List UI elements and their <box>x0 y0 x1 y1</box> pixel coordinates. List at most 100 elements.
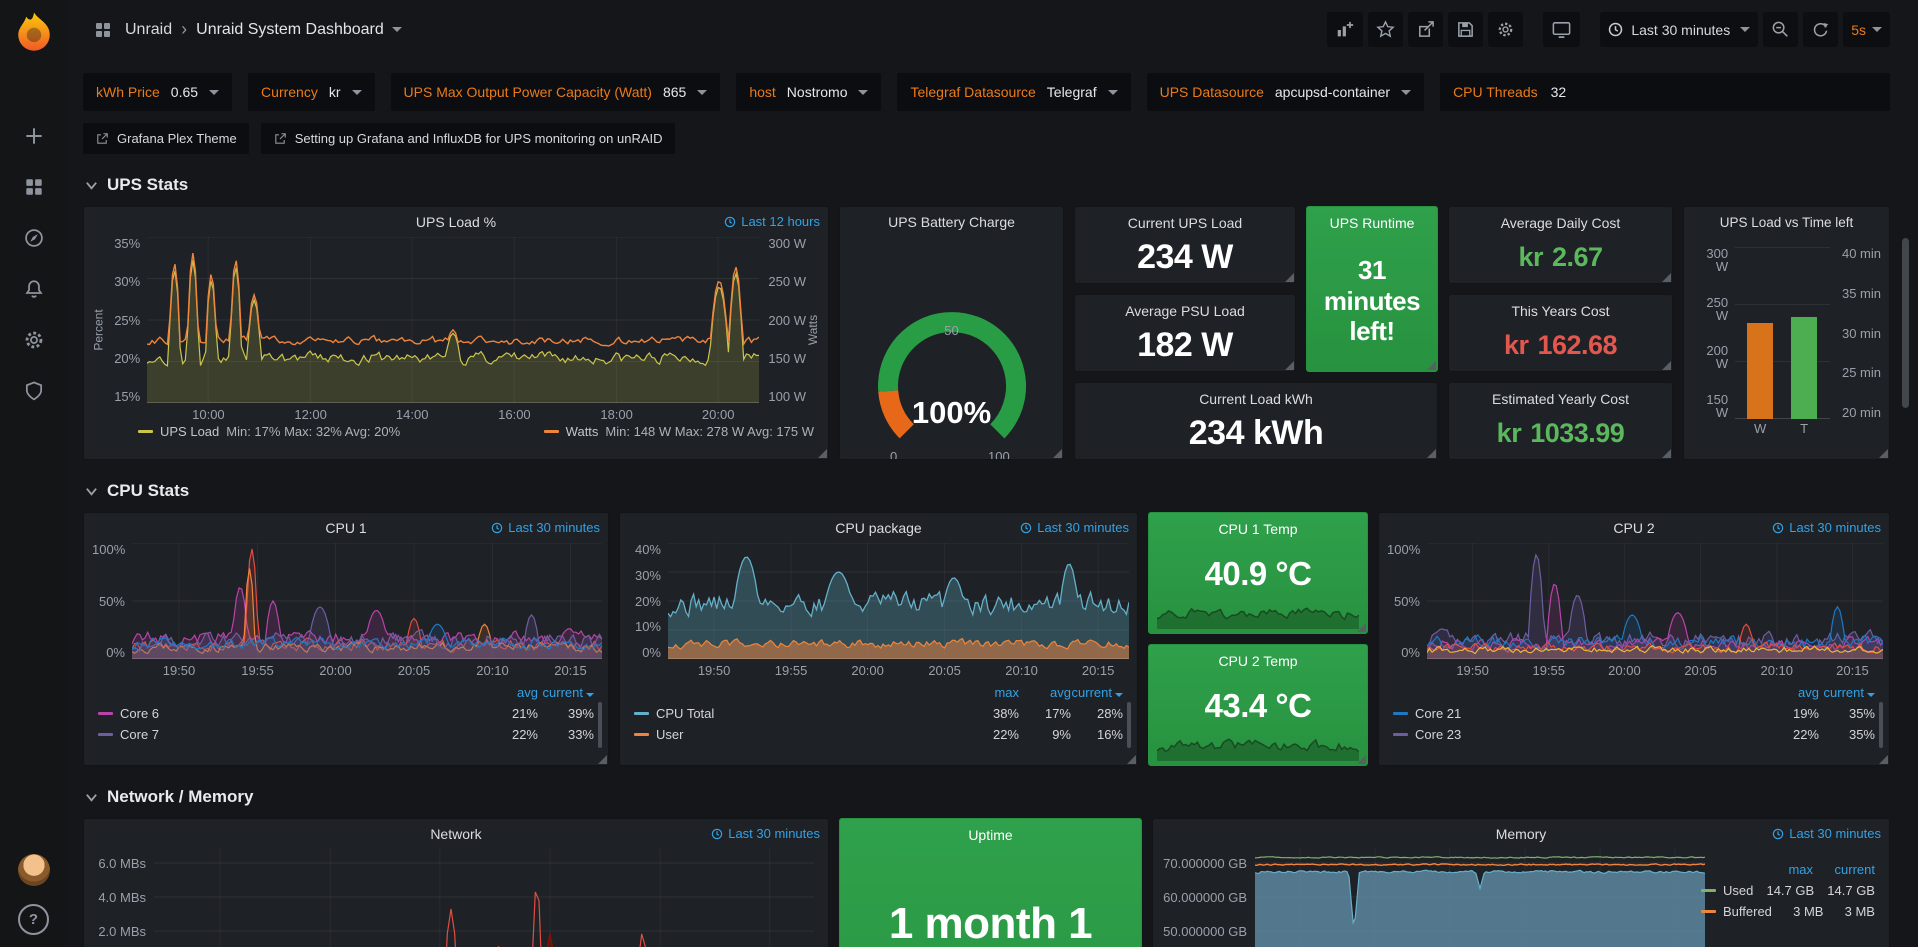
panel-resize-handle[interactable] <box>1427 361 1436 370</box>
legend-sort-avg[interactable]: avg <box>1019 685 1071 700</box>
variable-value[interactable]: Telegraf <box>1047 84 1097 100</box>
legend-sort-current[interactable]: current <box>1813 862 1875 877</box>
panel-title[interactable]: Network <box>430 826 481 842</box>
variable-value[interactable]: apcupsd-container <box>1275 84 1390 100</box>
explore-compass-icon[interactable] <box>22 226 46 250</box>
panel-title[interactable]: CPU 1 <box>325 520 366 536</box>
section-ups-stats[interactable]: UPS Stats <box>85 172 1890 198</box>
apps-grid-icon[interactable] <box>93 20 113 40</box>
panel-resize-handle[interactable] <box>1662 273 1671 282</box>
stat-title[interactable]: Current UPS Load <box>1075 215 1295 231</box>
panel-resize-handle[interactable] <box>1357 623 1366 632</box>
panel-title[interactable]: UPS Battery Charge <box>888 214 1015 230</box>
variable-ups-max-output-power-capacity-watt[interactable]: UPS Max Output Power Capacity (Watt)865 <box>391 73 721 111</box>
stat-title[interactable]: Estimated Yearly Cost <box>1449 391 1672 407</box>
variable-cpu-threads[interactable]: CPU Threads <box>1440 73 1890 111</box>
legend-series[interactable]: Core 21 <box>1393 706 1763 721</box>
dashboard-link-setting-up-grafana-and-influxdb-for-ups-monitori[interactable]: Setting up Grafana and InfluxDB for UPS … <box>261 123 675 154</box>
panel-resize-handle[interactable] <box>598 755 607 764</box>
stat-title[interactable]: CPU 2 Temp <box>1149 653 1367 669</box>
stat-title[interactable]: UPS Runtime <box>1307 215 1437 231</box>
legend-sort-current[interactable]: current <box>1071 685 1123 700</box>
dashboards-icon[interactable] <box>22 175 46 199</box>
panel-resize-handle[interactable] <box>818 449 827 458</box>
legend-series[interactable]: Core 6 <box>98 706 482 721</box>
legend-series[interactable]: Used <box>1701 883 1753 898</box>
panel-resize-handle[interactable] <box>1427 449 1436 458</box>
legend-scrollbar-thumb[interactable] <box>598 702 602 748</box>
legend-sort-max[interactable]: max <box>1751 862 1813 877</box>
grafana-logo[interactable] <box>13 10 55 52</box>
stat-title[interactable]: Uptime <box>840 827 1141 843</box>
legend-series[interactable]: CPU Total <box>634 706 967 721</box>
panel-resize-handle[interactable] <box>1879 755 1888 764</box>
legend-sort-current[interactable]: current <box>538 685 594 700</box>
legend-series[interactable]: Core 23 <box>1393 727 1763 742</box>
panel-resize-handle[interactable] <box>1357 755 1366 764</box>
variable-cpu-threads-input[interactable] <box>1549 83 1877 101</box>
variable-ups-datasource[interactable]: UPS Datasourceapcupsd-container <box>1147 73 1424 111</box>
legend-sort-max[interactable]: max <box>967 685 1019 700</box>
panel-resize-handle[interactable] <box>1127 755 1136 764</box>
cycle-view-tv-button[interactable] <box>1543 12 1580 47</box>
panel-resize-handle[interactable] <box>1879 449 1888 458</box>
variable-telegraf-datasource[interactable]: Telegraf DatasourceTelegraf <box>897 73 1130 111</box>
star-button[interactable] <box>1368 12 1403 47</box>
admin-shield-icon[interactable] <box>22 379 46 403</box>
variable-currency[interactable]: Currencykr <box>248 73 374 111</box>
help-icon[interactable]: ? <box>18 904 49 935</box>
alerting-bell-icon[interactable] <box>22 277 46 301</box>
legend-sort-current[interactable]: current <box>1819 685 1875 700</box>
breadcrumb-folder[interactable]: Unraid <box>125 21 172 39</box>
panel-title[interactable]: UPS Load % <box>416 214 496 230</box>
legend-series[interactable]: Core 7 <box>98 727 482 742</box>
panel-title[interactable]: Memory <box>1496 826 1547 842</box>
save-button[interactable] <box>1448 12 1483 47</box>
panel-resize-handle[interactable] <box>1285 273 1294 282</box>
variable-value[interactable]: 0.65 <box>171 84 198 100</box>
variable-kwh-price[interactable]: kWh Price0.65 <box>83 73 232 111</box>
bar-watts[interactable] <box>1747 323 1773 419</box>
time-picker-button[interactable]: Last 30 minutes <box>1600 12 1758 47</box>
refresh-interval-button[interactable]: 5s <box>1843 12 1890 47</box>
share-button[interactable] <box>1408 12 1443 47</box>
page-scrollbar-thumb[interactable] <box>1902 238 1909 408</box>
legend-item[interactable]: UPS LoadMin: 17% Max: 32% Avg: 20% <box>138 424 400 439</box>
dashboard-link-grafana-plex-theme[interactable]: Grafana Plex Theme <box>83 123 249 154</box>
stat-title[interactable]: CPU 1 Temp <box>1149 521 1367 537</box>
legend-sort-avg[interactable]: avg <box>1763 685 1819 700</box>
section-cpu-stats[interactable]: CPU Stats <box>85 478 1890 504</box>
stat-title[interactable]: Average PSU Load <box>1075 303 1295 319</box>
create-plus-icon[interactable] <box>22 124 46 148</box>
panel-title[interactable]: CPU 2 <box>1613 520 1654 536</box>
add-panel-button[interactable] <box>1327 12 1363 47</box>
panel-resize-handle[interactable] <box>1662 449 1671 458</box>
legend-series[interactable]: Buffered <box>1701 904 1772 919</box>
panel-resize-handle[interactable] <box>1662 361 1671 370</box>
stat-title[interactable]: This Years Cost <box>1449 303 1672 319</box>
legend-scrollbar-thumb[interactable] <box>1879 702 1883 748</box>
configuration-gear-icon[interactable] <box>22 328 46 352</box>
panel-resize-handle[interactable] <box>1285 361 1294 370</box>
panel-title[interactable]: CPU package <box>835 520 921 536</box>
variable-value[interactable]: kr <box>329 84 341 100</box>
section-network-memory[interactable]: Network / Memory <box>85 784 1890 810</box>
legend-item[interactable]: WattsMin: 148 W Max: 278 W Avg: 175 W <box>544 424 814 439</box>
stat-title[interactable]: Current Load kWh <box>1075 391 1437 407</box>
user-avatar[interactable] <box>18 854 50 886</box>
legend-series[interactable]: User <box>634 727 967 742</box>
zoom-out-button[interactable] <box>1763 12 1798 47</box>
variable-value[interactable]: Nostromo <box>787 84 848 100</box>
bar-time[interactable] <box>1791 317 1817 419</box>
legend-scrollbar-thumb[interactable] <box>1127 702 1131 748</box>
panel-title[interactable]: UPS Load vs Time left <box>1720 215 1854 230</box>
variable-value[interactable]: 865 <box>663 84 686 100</box>
title-chevron-down-icon[interactable] <box>392 27 402 32</box>
stat-title[interactable]: Average Daily Cost <box>1449 215 1672 231</box>
variable-host[interactable]: hostNostromo <box>736 73 881 111</box>
dashboard-settings-button[interactable] <box>1488 12 1523 47</box>
refresh-button[interactable] <box>1803 12 1838 47</box>
panel-resize-handle[interactable] <box>1053 449 1062 458</box>
dashboard-title[interactable]: Unraid System Dashboard <box>196 21 384 39</box>
legend-sort-avg[interactable]: avg <box>482 685 538 700</box>
